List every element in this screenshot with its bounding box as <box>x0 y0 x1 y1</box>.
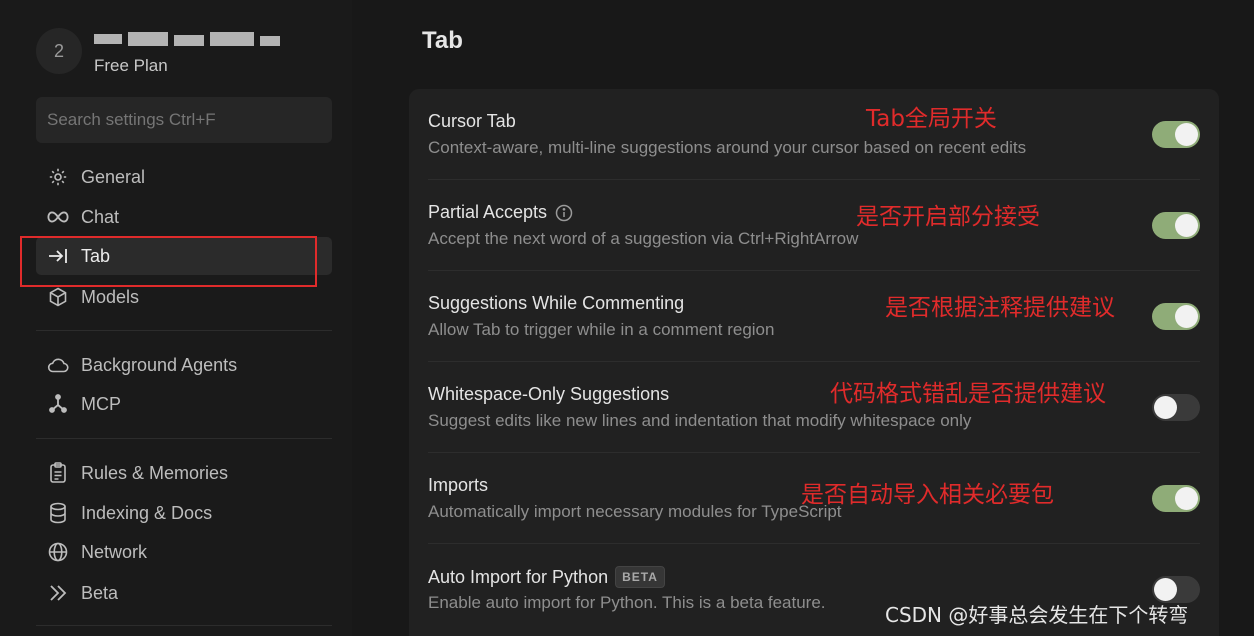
setting-title: Whitespace-Only Suggestions <box>428 384 670 404</box>
double-chevron-right-icon <box>47 582 69 604</box>
sidebar-item-mcp[interactable]: MCP <box>36 385 332 423</box>
partial-accepts-toggle[interactable] <box>1152 212 1200 239</box>
cloud-icon <box>47 354 69 376</box>
setting-description: Allow Tab to trigger while in a comment … <box>428 320 775 339</box>
setting-title-text: Auto Import for Python <box>428 566 609 587</box>
setting-title: Partial Accepts <box>428 202 573 223</box>
sidebar-item-indexing-docs[interactable]: Indexing & Docs <box>36 494 332 532</box>
setting-title: Cursor Tab <box>428 111 516 131</box>
toggle-knob <box>1154 396 1177 419</box>
annotation-imports: 是否自动导入相关必要包 <box>801 482 1054 508</box>
sidebar-item-general[interactable]: General <box>36 158 332 196</box>
imports-toggle[interactable] <box>1152 485 1200 512</box>
sidebar-item-background-agents[interactable]: Background Agents <box>36 346 332 384</box>
toggle-knob <box>1154 578 1177 601</box>
avatar: 2 <box>36 28 82 74</box>
setting-title: Suggestions While Commenting <box>428 293 685 313</box>
sidebar-item-label: Background Agents <box>81 354 238 375</box>
sidebar-item-network[interactable]: Network <box>36 533 332 571</box>
beta-badge: BETA <box>615 566 665 588</box>
database-icon <box>47 502 69 524</box>
annotation-whitespace-only: 代码格式错乱是否提供建议 <box>830 381 1106 407</box>
toggle-knob <box>1175 305 1198 328</box>
sidebar-item-chat[interactable]: Chat <box>36 198 332 236</box>
toggle-knob <box>1175 214 1198 237</box>
cube-icon <box>47 286 69 308</box>
sidebar-item-label: MCP <box>81 393 121 414</box>
sidebar-divider <box>36 438 332 439</box>
clipboard-icon <box>47 462 69 484</box>
infinity-icon <box>47 206 69 228</box>
sidebar-item-label: Beta <box>81 582 119 603</box>
suggestions-while-commenting-toggle[interactable] <box>1152 303 1200 330</box>
annotation-suggestions-while-commenting: 是否根据注释提供建议 <box>885 295 1115 321</box>
sidebar-item-beta[interactable]: Beta <box>36 574 332 612</box>
sidebar-item-label: Indexing & Docs <box>81 502 213 523</box>
redacted-email <box>94 32 280 46</box>
globe-icon <box>47 541 69 563</box>
setting-description: Automatically import necessary modules f… <box>428 502 842 521</box>
sidebar-item-label: General <box>81 166 146 187</box>
cursor-tab-toggle[interactable] <box>1152 121 1200 148</box>
search-settings-input[interactable] <box>36 97 332 143</box>
setting-title: Imports <box>428 475 489 495</box>
setting-description: Accept the next word of a suggestion via… <box>428 229 859 248</box>
setting-description: Enable auto import for Python. This is a… <box>428 593 826 612</box>
setting-row-partial-accepts: Partial Accepts Accept the next word of … <box>428 180 1200 271</box>
sidebar-item-rules-memories[interactable]: Rules & Memories <box>36 454 332 492</box>
tab-settings-panel: Cursor Tab Context-aware, multi-line sug… <box>409 89 1219 636</box>
sidebar-item-label: Models <box>81 286 140 307</box>
setting-description: Context-aware, multi-line suggestions ar… <box>428 138 1027 157</box>
sidebar-divider <box>36 330 332 331</box>
info-icon[interactable] <box>555 204 573 222</box>
plan-label: Free Plan <box>94 56 168 75</box>
setting-row-cursor-tab: Cursor Tab Context-aware, multi-line sug… <box>428 89 1200 180</box>
sidebar-divider <box>36 625 332 626</box>
sidebar-item-label: Chat <box>81 206 120 227</box>
sidebar-item-tab[interactable]: Tab <box>36 237 332 275</box>
sidebar-item-label: Rules & Memories <box>81 462 229 483</box>
sidebar-item-models[interactable]: Models <box>36 278 332 316</box>
whitespace-only-suggestions-toggle[interactable] <box>1152 394 1200 421</box>
gear-icon <box>47 166 69 188</box>
watermark: CSDN @好事总会发生在下个转弯 <box>885 603 1189 627</box>
toggle-knob <box>1175 487 1198 510</box>
setting-title-text: Partial Accepts <box>428 202 548 222</box>
sidebar-item-label: Tab <box>81 245 111 266</box>
arrow-to-line-icon <box>47 245 69 267</box>
annotation-partial-accepts: 是否开启部分接受 <box>856 204 1040 230</box>
network-nodes-icon <box>47 393 69 415</box>
sidebar-item-label: Network <box>81 541 148 562</box>
settings-sidebar: 2 Free Plan General Chat Tab Models <box>0 0 352 636</box>
toggle-knob <box>1175 123 1198 146</box>
page-title: Tab <box>422 27 463 54</box>
annotation-cursor-tab: Tab全局开关 <box>866 106 997 132</box>
setting-title: Auto Import for Python BETA <box>428 566 665 588</box>
setting-description: Suggest edits like new lines and indenta… <box>428 411 972 430</box>
